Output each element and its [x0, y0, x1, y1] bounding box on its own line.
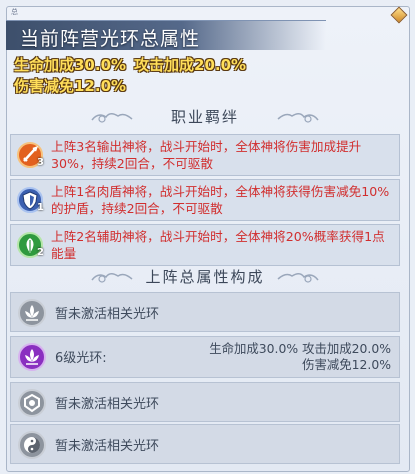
summary-damage-reduction: 伤害减免12.0% — [14, 77, 127, 95]
page-title: 当前阵营光环总属性 — [20, 28, 201, 50]
yin-yang-icon — [18, 431, 46, 459]
summary-hp-bonus: 生命加成30.0% — [14, 56, 127, 74]
bond-description: 上阵1名肉盾神将，战斗开始时，全体神将获得伤害减免10%的护盾，持续2回合，不可… — [51, 184, 390, 216]
bond-item-damage: 3 上阵3名输出神将，战斗开始时，全体神将伤害加成提升30%，持续2回合，不可驱… — [10, 134, 400, 176]
bond-item-support: 2 上阵2名辅助神将，战斗开始时，全体神将20%概率获得1点能量 — [10, 224, 400, 266]
bond-description: 上阵3名输出神将，战斗开始时，全体神将伤害加成提升30%，持续2回合，不可驱散 — [51, 139, 362, 171]
corner-tag: 总 — [11, 8, 18, 16]
aura-row-label: 暂未激活相关光环 — [55, 307, 160, 322]
bond-count-badge: 2 — [37, 247, 44, 258]
aura-row-label: 暂未激活相关光环 — [55, 397, 160, 412]
bond-description: 上阵2名辅助神将，战斗开始时，全体神将20%概率获得1点能量 — [51, 229, 385, 261]
aura-row-inactive: 暂未激活相关光环 — [10, 382, 400, 422]
aura-value-line: 生命加成30.0% 攻击加成20.0% — [209, 341, 391, 356]
bond-count-badge: 3 — [37, 157, 44, 168]
title-bar: 当前阵营光环总属性 — [6, 20, 326, 50]
cloud-ornament-icon — [91, 273, 133, 283]
aura-row-label: 6级光环: — [55, 351, 107, 366]
aura-section-title: 上阵总属性构成 — [145, 268, 265, 286]
lotus-icon — [18, 299, 46, 327]
aura-value-line: 伤害减免12.0% — [302, 357, 391, 372]
bond-count-badge: 1 — [37, 202, 44, 213]
summary-stats: 生命加成30.0% 攻击加成20.0% 伤害减免12.0% — [14, 55, 254, 97]
aura-row-inactive: 暂未激活相关光环 — [10, 292, 400, 332]
aura-row-active: 6级光环: 生命加成30.0% 攻击加成20.0% 伤害减免12.0% — [10, 336, 400, 378]
cloud-ornament-icon — [277, 113, 319, 123]
bonds-section-title: 职业羁绊 — [170, 108, 239, 126]
lotus-icon — [18, 343, 46, 371]
bond-item-tank: 1 上阵1名肉盾神将，战斗开始时，全体神将获得伤害减免10%的护盾，持续2回合，… — [10, 179, 400, 221]
aura-row-values: 生命加成30.0% 攻击加成20.0% 伤害减免12.0% — [209, 341, 391, 373]
bonds-section-header: 职业羁绊 — [10, 106, 400, 128]
gem-icon — [390, 6, 408, 24]
cloud-ornament-icon — [91, 113, 133, 123]
crest-icon — [18, 389, 46, 417]
cloud-ornament-icon — [277, 273, 319, 283]
aura-section-header: 上阵总属性构成 — [10, 266, 400, 288]
summary-attack-bonus: 攻击加成20.0% — [134, 56, 247, 74]
aura-row-inactive: 暂未激活相关光环 — [10, 424, 400, 464]
aura-row-label: 暂未激活相关光环 — [55, 439, 160, 454]
